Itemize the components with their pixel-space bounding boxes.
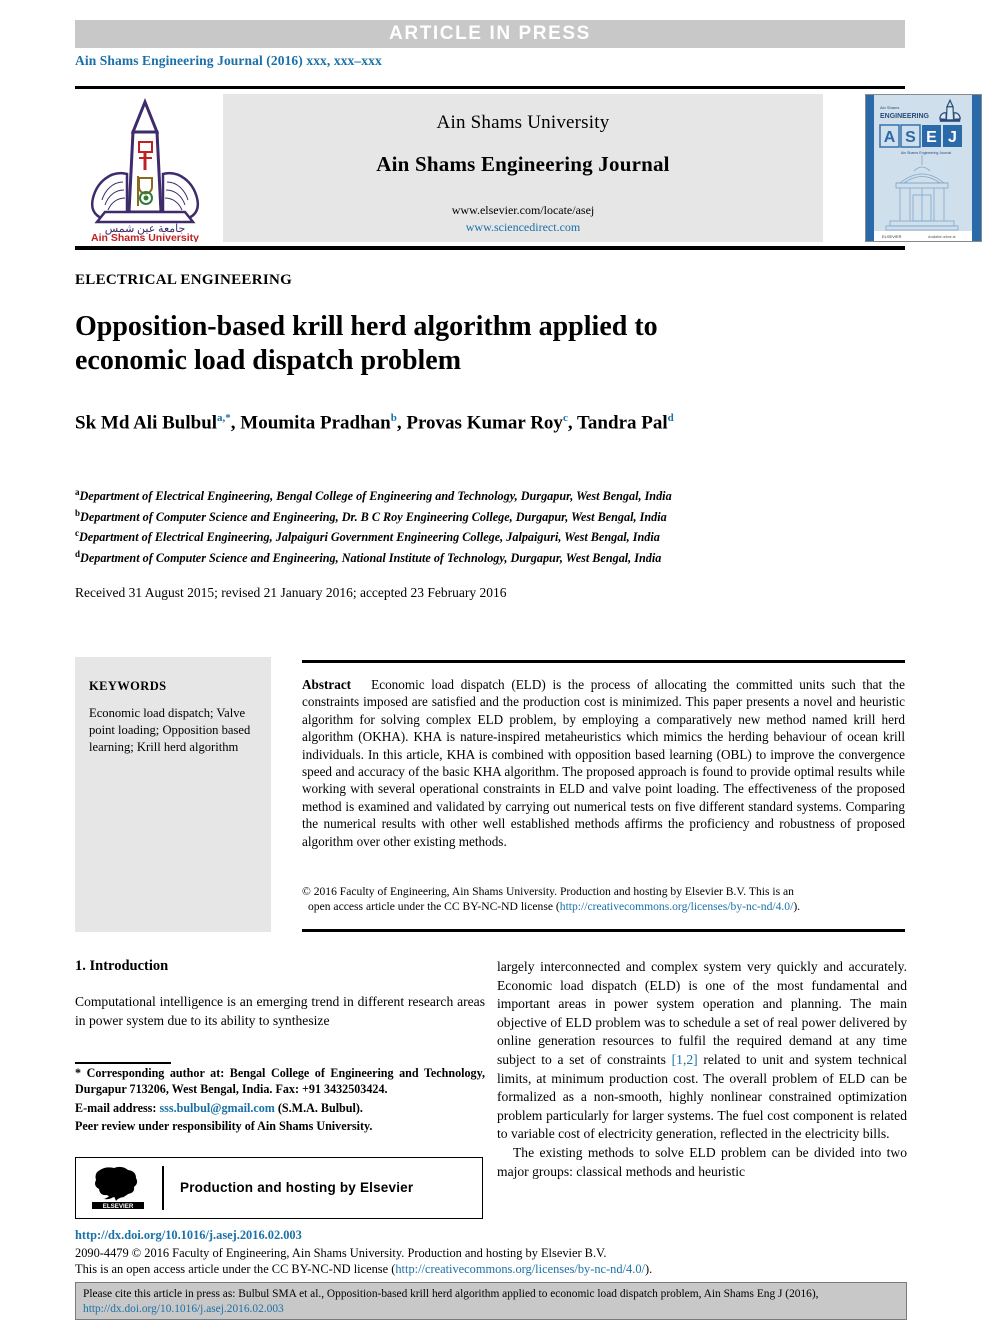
author-affiliation-marks[interactable]: b [391,412,397,424]
footnote-rule [75,1062,171,1064]
intro-paragraph-left: Computational intelligence is an emergin… [75,994,485,1028]
peer-review-note: Peer review under responsibility of Ain … [75,1119,373,1134]
citation-reference-link[interactable]: [1,2] [672,1052,698,1067]
introduction-heading: 1. Introduction [75,958,169,974]
email-owner: (S.M.A. Bulbul). [277,1100,363,1115]
svg-text:ELSEVIER: ELSEVIER [882,234,902,239]
elsevier-tree-logo-icon: ELSEVIER [90,1166,146,1210]
affiliation-list: aDepartment of Electrical Engineering, B… [75,484,905,566]
university-crest-icon: جامعة عين شمس Ain Shams University [90,97,199,244]
masthead-university-name: Ain Shams University [436,112,610,133]
body-column-left: 1. Introduction Computational intelligen… [75,958,485,1030]
masthead-center-panel: Ain Shams University Ain Shams Engineeri… [223,94,823,242]
imprint-block: 2090-4479 © 2016 Faculty of Engineering,… [75,1245,755,1277]
svg-text:A: A [884,129,896,146]
asej-cover-icon: Ain Shams ENGINEERING A S E J Ain Shams … [866,95,981,241]
elsevier-production-box: ELSEVIER Production and hosting by Elsev… [75,1157,483,1219]
intro-right-part-1: largely interconnected and complex syste… [497,959,907,1067]
author-name: Provas Kumar Roy [406,412,563,434]
affiliation-text: Department of Electrical Engineering, Ja… [79,530,660,545]
author-affiliation-marks[interactable]: c [563,412,568,424]
journal-masthead: جامعة عين شمس Ain Shams University Ain S… [75,94,982,244]
masthead-sciencedirect-url[interactable]: www.sciencedirect.com [223,220,823,235]
elsevier-logo-svg: ELSEVIER [92,1166,144,1210]
svg-text:J: J [948,129,957,146]
copyright-license-pre: open access article under the CC BY-NC-N… [308,900,560,913]
journal-cover-thumbnail: Ain Shams ENGINEERING A S E J Ain Shams … [865,94,982,242]
svg-text:Ain Shams: Ain Shams [880,105,899,110]
copyright-license-post: ). [793,900,801,913]
abstract-block: Abstract Economic load dispatch (ELD) is… [302,676,905,850]
masthead-elsevier-url[interactable]: www.elsevier.com/locate/asej [223,203,823,218]
elsevier-production-label: Production and hosting by Elsevier [180,1180,414,1195]
svg-text:ENGINEERING: ENGINEERING [880,113,930,120]
keywords-panel: KEYWORDS Economic load dispatch; Valve p… [75,657,271,932]
abstract-rule-bottom [302,929,905,932]
abstract-label: Abstract [302,677,352,692]
svg-text:Ain Shams Engineering Journal: Ain Shams Engineering Journal [901,151,952,155]
affiliation-text: Department of Computer Science and Engin… [80,509,667,524]
masthead-journal-title: Ain Shams Engineering Journal [376,152,670,176]
article-history: Received 31 August 2015; revised 21 Janu… [75,585,507,600]
footnote-block: * Corresponding author at: Bengal Colleg… [75,1066,485,1135]
keywords-heading: KEYWORDS [89,679,167,693]
author-affiliation-marks[interactable]: d [668,412,674,424]
affiliation-text: Department of Electrical Engineering, Be… [79,489,672,504]
email-label: E-mail address: [75,1100,157,1115]
masthead-rule-bottom [75,246,905,250]
copyright-line-1: © 2016 Faculty of Engineering, Ain Shams… [302,885,794,898]
abstract-rule-top [302,660,905,663]
affiliation-item: aDepartment of Electrical Engineering, B… [75,484,905,505]
article-in-press-label: ARTICLE IN PRESS [389,23,591,44]
doi-link[interactable]: http://dx.doi.org/10.1016/j.asej.2016.02… [75,1228,302,1243]
author-list: Sk Md Ali Bulbula,*, Moumita Pradhanb, P… [75,412,674,434]
article-in-press-banner: ARTICLE IN PRESS [75,20,905,48]
page-title: Opposition-based krill herd algorithm ap… [75,311,658,376]
email-line: E-mail address: sss.bulbul@gmail.com (S.… [75,1101,485,1117]
imprint-license-pre: This is an open access article under the… [75,1262,396,1276]
citation-banner: Please cite this article in press as: Bu… [75,1282,907,1320]
imprint-license-post: ). [644,1262,653,1276]
svg-text:S: S [905,129,916,146]
svg-text:Ain Shams University: Ain Shams University [91,232,199,242]
svg-text:ELSEVIER: ELSEVIER [103,1203,134,1210]
author-name: Sk Md Ali Bulbul [75,412,218,434]
affiliation-item: bDepartment of Computer Science and Engi… [75,505,905,526]
intro-paragraph-right: largely interconnected and complex syste… [497,958,907,1144]
footnote-star: * [75,1066,82,1080]
author-name: Tandra Pal [577,412,668,434]
author-name: Moumita Pradhan [240,412,391,434]
subject-section-label: ELECTRICAL ENGINEERING [75,272,293,288]
keywords-list: Economic load dispatch; Valve point load… [89,706,251,754]
affiliation-item: dDepartment of Computer Science and Engi… [75,546,905,567]
author-affiliation-marks[interactable]: a,* [217,412,231,424]
elsevier-box-divider [162,1166,164,1210]
corresponding-author-note: Corresponding author at: Bengal College … [75,1066,486,1096]
citation-doi-link[interactable]: http://dx.doi.org/10.1016/j.asej.2016.02… [83,1303,284,1315]
imprint-cc-license-link[interactable]: http://creativecommons.org/licenses/by-n… [395,1262,645,1276]
affiliation-text: Department of Computer Science and Engin… [80,550,662,565]
cc-license-link[interactable]: http://creativecommons.org/licenses/by-n… [560,900,794,913]
intro-paragraph-right-2: The existing methods to solve ELD proble… [497,1144,907,1179]
citation-text: Please cite this article in press as: Bu… [83,1288,819,1300]
ain-shams-university-logo: جامعة عين شمس Ain Shams University [75,94,215,244]
copyright-line-2: open access article under the CC BY-NC-N… [302,899,905,914]
abstract-text: Economic load dispatch (ELD) is the proc… [302,677,905,849]
affiliation-item: cDepartment of Electrical Engineering, J… [75,525,905,546]
abstract-copyright: © 2016 Faculty of Engineering, Ain Shams… [302,884,905,914]
masthead-rule-top [75,86,905,89]
email-link[interactable]: sss.bulbul@gmail.com [159,1101,274,1115]
journal-reference-line: Ain Shams Engineering Journal (2016) xxx… [75,53,382,68]
imprint-line-1: 2090-4479 © 2016 Faculty of Engineering,… [75,1246,607,1260]
svg-text:Available online at: Available online at [928,235,956,239]
paper-page: ARTICLE IN PRESS Ain Shams Engineering J… [0,0,992,1323]
svg-text:E: E [926,129,937,146]
body-column-right: largely interconnected and complex syste… [497,958,907,1181]
